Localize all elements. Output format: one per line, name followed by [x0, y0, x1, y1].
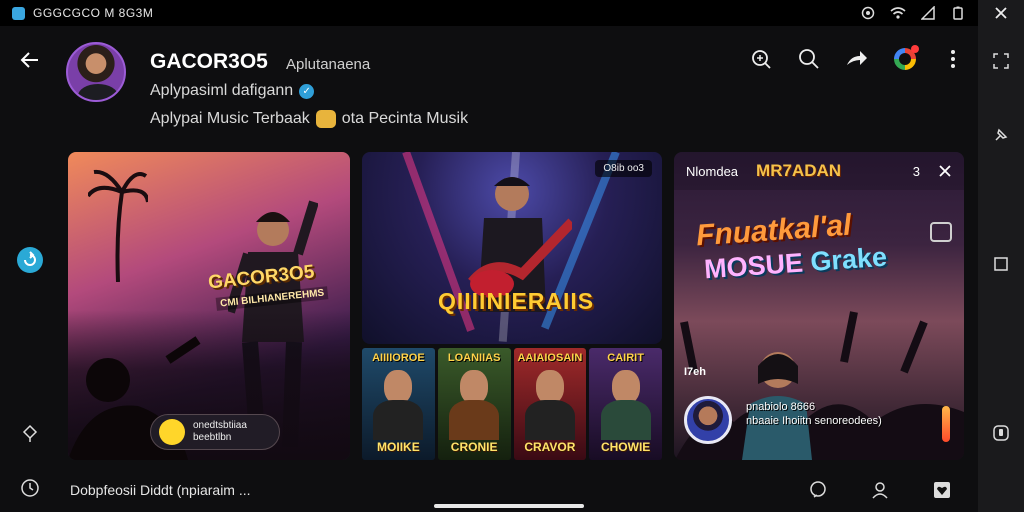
zoom-icon[interactable] — [748, 46, 774, 72]
thumbnail-2-top: LOANIIAS — [447, 352, 501, 364]
status-text: GGGCGCO M 8G3M — [33, 6, 154, 20]
thumbnail-2-bottom: CRONIE — [450, 440, 498, 454]
arrow-left-icon[interactable] — [14, 44, 46, 76]
channel-tag: Aplutanaena — [286, 56, 371, 73]
expand-icon[interactable] — [930, 222, 952, 242]
more-vertical-icon[interactable] — [940, 46, 966, 72]
description-text-b: ota Pecinta Musik — [341, 110, 469, 127]
bulb-icon[interactable] — [14, 418, 46, 450]
google-account-icon[interactable] — [892, 45, 919, 72]
promo-card-header: Nlomdea MR7ADAN 3 — [674, 152, 964, 190]
channel-name[interactable]: GACOR3O5 — [150, 50, 268, 74]
bottom-status-text[interactable]: Dobpfeosii Diddt (npiaraim ... — [70, 482, 251, 498]
user-icon[interactable] — [868, 478, 892, 502]
card2-title: QIIIINIERAIIS — [438, 288, 595, 314]
thumbnail-3-bottom: CRAVOR — [524, 440, 576, 454]
thumbnail-4-bottom: CHOWIE — [600, 440, 651, 454]
pin-icon[interactable] — [986, 120, 1016, 150]
emoji-icon — [315, 110, 336, 128]
level-indicator — [942, 406, 950, 442]
fullscreen-icon[interactable] — [986, 46, 1016, 76]
close-icon[interactable] — [986, 0, 1016, 26]
thumbnail-strip: AIIIIOROE MOIIKE LOANIIAS CRONIE AAIAIOS… — [362, 348, 662, 460]
thumbnail-2[interactable]: LOANIIAS CRONIE — [437, 348, 511, 460]
sync-icon[interactable] — [14, 244, 46, 276]
share-arrow-icon[interactable] — [844, 46, 870, 72]
left-rail — [0, 26, 60, 512]
wifi-icon — [890, 5, 906, 21]
promo-caption: pnabiolo 8666 nbaaie Ihoiitn senoreodees… — [746, 400, 882, 428]
thumbnail-4-top: CAIRIT — [607, 352, 644, 364]
artist-avatar[interactable] — [684, 396, 732, 444]
subtitle-text: Aplypasiml dafigann — [150, 82, 294, 99]
system-side-rail — [978, 0, 1024, 512]
play-toggle-icon[interactable] — [159, 419, 185, 445]
video-card-2[interactable]: O8ib oo3 QIIIINIERAIIS — [362, 152, 662, 344]
signal-icon — [920, 5, 936, 21]
battery-icon — [950, 5, 966, 21]
thumbnail-1-top: AIIIIOROE — [372, 352, 425, 364]
promo-caption-line1: pnabiolo 8666 — [746, 401, 816, 413]
description-text-a: Aplypai Music Terbaak — [150, 110, 310, 127]
now-playing-line2: beebtlbn — [193, 432, 232, 443]
channel-avatar[interactable] — [66, 42, 126, 102]
status-bar: GGGCGCO M 8G3M — [0, 0, 978, 26]
promo-label: Nlomdea — [686, 163, 739, 179]
notification-dot — [911, 45, 919, 53]
record-icon[interactable] — [986, 418, 1016, 448]
guitarist-graphic — [468, 177, 572, 312]
video-card-1[interactable]: GACOR3O5 CMI BILHIANEREHMS onedtsbtiiaa … — [68, 152, 350, 460]
promo-headline-2b: Grake — [809, 241, 888, 277]
thumbnail-1-bottom: MOIIKE — [377, 440, 420, 454]
thumbnail-3[interactable]: AAIAIOSAIN CRAVOR — [513, 348, 587, 460]
promo-count: 3 — [912, 163, 920, 179]
promo-small-label: I7eh — [684, 366, 707, 378]
close-icon[interactable] — [938, 164, 952, 178]
verified-icon: ✓ — [299, 83, 315, 99]
app-notification-icon — [12, 6, 25, 20]
promo-headline-2a: MOSUE — [703, 247, 805, 285]
header-actions — [748, 45, 966, 72]
chat-icon[interactable] — [806, 478, 830, 502]
channel-subtitle: Aplypasiml dafigann ✓ — [150, 82, 315, 100]
window-icon[interactable] — [986, 249, 1016, 279]
card2-badge: O8ib oo3 — [595, 160, 652, 177]
promo-caption-line2: nbaaie Ihoiitn senoreodees) — [746, 415, 882, 427]
now-playing-text: onedtsbtiiaa beebtlbn — [193, 420, 247, 444]
channel-description: Aplypai Music Terbaak ota Pecinta Musik — [150, 110, 468, 128]
circle-status-icon — [860, 5, 876, 21]
thumbnail-1[interactable]: AIIIIOROE MOIIKE — [362, 348, 435, 460]
now-playing-line1: onedtsbtiiaa — [193, 420, 247, 431]
system-icons — [860, 5, 966, 21]
palm-tree-graphic — [88, 169, 148, 282]
promo-card[interactable]: Nlomdea MR7ADAN 3 Fnuatkal'al MOSUE Grak… — [674, 152, 964, 460]
home-indicator[interactable] — [434, 504, 584, 508]
search-icon[interactable] — [796, 46, 822, 72]
thumbnail-4[interactable]: CAIRIT CHOWIE — [589, 348, 662, 460]
thumbnail-3-top: AAIAIOSAIN — [517, 352, 583, 364]
heart-icon[interactable] — [930, 478, 954, 502]
now-playing-pill[interactable]: onedtsbtiiaa beebtlbn — [150, 414, 280, 450]
promo-brand: MR7ADAN — [756, 161, 842, 180]
